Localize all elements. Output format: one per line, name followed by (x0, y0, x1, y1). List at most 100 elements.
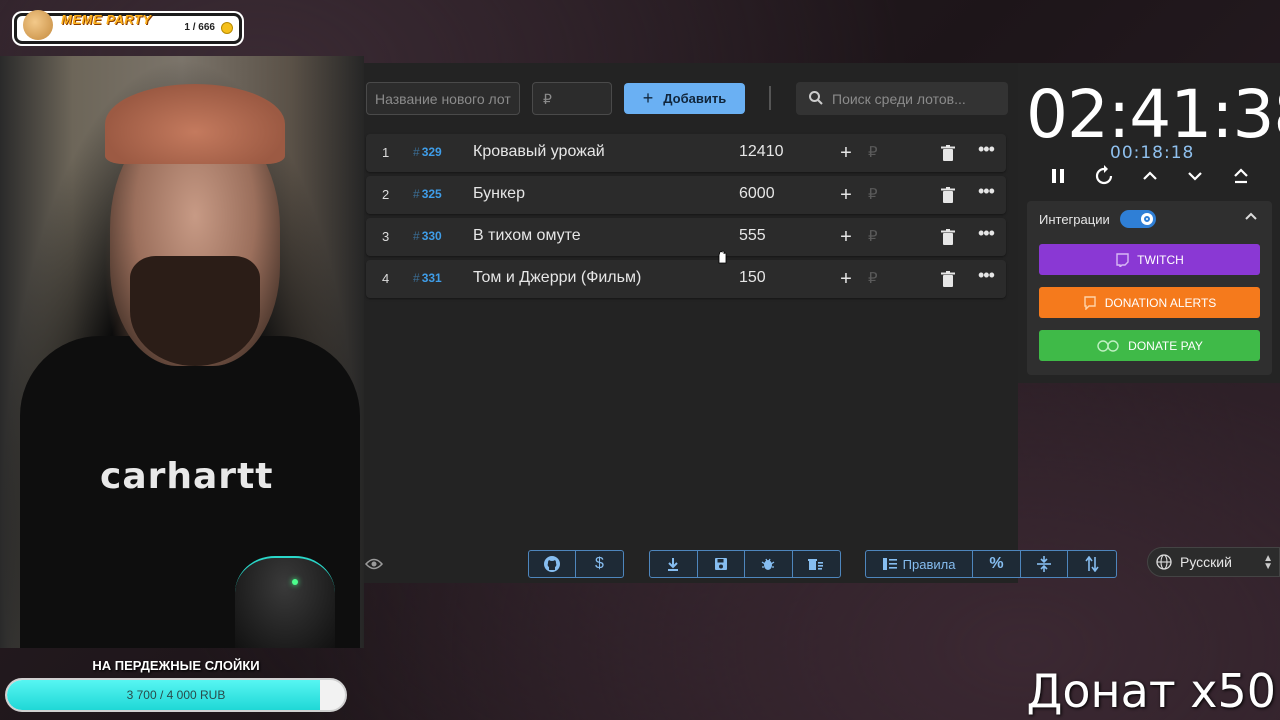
add-lot-button[interactable]: + Добавить (624, 83, 745, 114)
sort-button[interactable] (1068, 551, 1116, 577)
double-time-button[interactable] (1229, 164, 1253, 188)
mic-led (292, 579, 298, 585)
mouse-cursor (718, 250, 727, 264)
clear-list-button[interactable] (793, 551, 840, 577)
links-group: $ (528, 550, 624, 578)
integrations-toggle[interactable] (1120, 210, 1156, 228)
donation-goal-title: НА ПЕРДЕЖНЫЕ СЛОЙКИ (92, 658, 260, 673)
download-button[interactable] (650, 551, 698, 577)
twitch-label: TWITCH (1137, 252, 1184, 267)
trash-icon[interactable] (941, 229, 955, 245)
download-icon (668, 558, 679, 571)
new-lot-input[interactable] (366, 82, 520, 115)
bug-icon (761, 558, 775, 570)
trash-icon[interactable] (941, 187, 955, 203)
collapse-chevron-icon[interactable] (1244, 210, 1258, 224)
trash-list-icon (808, 559, 824, 570)
lot-id[interactable]: #329 (413, 145, 442, 159)
lot-row[interactable]: 1 #329 Кровавый урожай 12410 + ₽ ••• (366, 134, 1006, 172)
lot-index: 3 (382, 229, 390, 244)
lot-amount: 12410 (739, 143, 784, 160)
donation-alerts-button[interactable]: DONATION ALERTS (1039, 287, 1260, 318)
doge-logo (23, 10, 53, 40)
rules-button[interactable]: Правила (866, 551, 974, 577)
lot-id[interactable]: #331 (413, 271, 442, 285)
lot-id[interactable]: #325 (413, 187, 442, 201)
trash-icon[interactable] (941, 145, 955, 161)
rules-label: Правила (902, 556, 956, 572)
language-select[interactable]: Русский ▲ ▼ (1147, 547, 1280, 577)
lot-id-value: 331 (421, 271, 442, 285)
donation-alerts-label: DONATION ALERTS (1104, 295, 1217, 310)
github-button[interactable] (529, 551, 577, 577)
eye-icon[interactable] (365, 557, 383, 571)
file-actions-group (649, 550, 841, 578)
github-icon (544, 556, 560, 572)
reset-icon (1095, 165, 1113, 185)
compact-view-button[interactable] (1021, 551, 1069, 577)
hash-icon: # (413, 145, 420, 159)
add-amount-button[interactable]: + (834, 139, 858, 167)
hash-icon: # (413, 271, 420, 285)
donation-alerts-icon (1084, 295, 1096, 310)
toggle-knob (1141, 213, 1153, 225)
add-amount-button[interactable]: + (834, 223, 858, 251)
globe-icon (1156, 554, 1172, 570)
select-caret-icon: ▲ ▼ (1263, 553, 1273, 572)
donation-goal-text: 3 700 / 4 000 RUB (126, 688, 226, 702)
meme-party-badge: MEME PARTY 1 / 666 (14, 10, 242, 44)
lot-row[interactable]: 4 #331 Том и Джерри (Фильм) 150 + ₽ ••• (366, 260, 1006, 298)
more-options-icon[interactable]: ••• (978, 139, 995, 160)
increase-time-button[interactable] (1138, 164, 1162, 188)
webcam-cap (105, 84, 285, 164)
lot-amount: 150 (739, 269, 766, 286)
donat-multiplier: Донат x50 (1026, 664, 1276, 718)
search-box[interactable] (796, 82, 1008, 115)
ruble-icon: ₽ (868, 186, 878, 203)
integrations-panel: Интеграции TWITCH DONATION ALERTS DONATE… (1027, 201, 1272, 375)
plus-icon: + (642, 88, 654, 108)
donate-dollar-button[interactable]: $ (576, 551, 623, 577)
compress-icon (1037, 556, 1052, 572)
lot-id-value: 329 (421, 145, 442, 159)
lot-name[interactable]: Кровавый урожай (473, 143, 605, 161)
webcam-beard (130, 256, 260, 366)
add-button-label: Добавить (663, 91, 727, 106)
more-options-icon[interactable]: ••• (978, 181, 995, 202)
settings-group: Правила % (865, 550, 1117, 578)
reset-timer-button[interactable] (1092, 164, 1116, 188)
dollar-icon: $ (595, 555, 604, 572)
lot-id[interactable]: #330 (413, 229, 442, 243)
pause-icon (1052, 169, 1064, 183)
microphone (235, 556, 335, 648)
more-options-icon[interactable]: ••• (978, 223, 995, 244)
chevron-down-icon (1188, 172, 1202, 181)
percent-button[interactable]: % (973, 551, 1021, 577)
twitch-button[interactable]: TWITCH (1039, 244, 1260, 275)
integrations-label: Интеграции (1039, 212, 1110, 227)
lot-row[interactable]: 2 #325 Бункер 6000 + ₽ ••• (366, 176, 1006, 214)
trash-icon[interactable] (941, 271, 955, 287)
twitch-icon (1116, 252, 1129, 267)
lot-name[interactable]: Бункер (473, 185, 525, 203)
price-input[interactable] (532, 82, 612, 115)
decrease-time-button[interactable] (1183, 164, 1207, 188)
extend-timer: 00:18:18 (1110, 143, 1195, 163)
badge-count: 1 / 666 (184, 22, 215, 33)
lot-row[interactable]: 3 #330 В тихом омуте 555 + ₽ ••• (366, 218, 1006, 256)
lot-name[interactable]: В тихом омуте (473, 227, 581, 245)
ruble-icon: ₽ (868, 228, 878, 245)
ruble-icon: ₽ (868, 270, 878, 287)
pause-button[interactable] (1046, 164, 1070, 188)
donate-pay-button[interactable]: DONATE PAY (1039, 330, 1260, 361)
toolbar-divider (769, 86, 771, 110)
add-amount-button[interactable]: + (834, 181, 858, 209)
lot-name[interactable]: Том и Джерри (Фильм) (473, 269, 641, 287)
search-input[interactable] (826, 82, 1004, 115)
save-button[interactable] (698, 551, 745, 577)
donate-pay-label: DONATE PAY (1128, 338, 1203, 353)
lot-index: 4 (382, 271, 390, 286)
more-options-icon[interactable]: ••• (978, 265, 995, 286)
add-amount-button[interactable]: + (834, 265, 858, 293)
bug-report-button[interactable] (745, 551, 793, 577)
